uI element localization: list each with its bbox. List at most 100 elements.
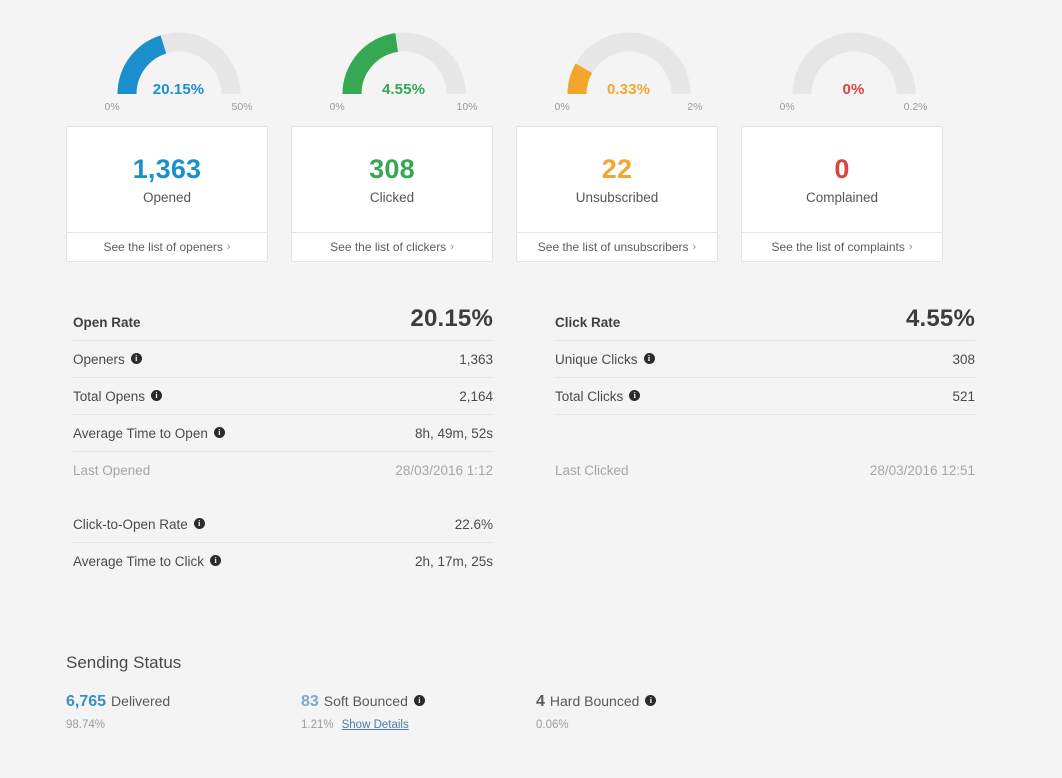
rate-row-label: Openers i [73, 352, 142, 367]
click-rate-rows: Unique Clicks i 308 Total Clicks i 521 [555, 341, 975, 415]
gauges-row: 20.15% 0% 50% 4.55% 0% 10% 0.33% 0% 2% 0… [66, 22, 966, 115]
sending-status-item-hard-bounced: 4 Hard Bounced i 0.06% [536, 693, 771, 731]
unsubscribe-rate-gauge-value: 0.33% [606, 81, 651, 98]
rate-row-value: 308 [952, 351, 975, 367]
sending-status-title: Sending Status [66, 653, 182, 672]
click-rate-gauge-max-label: 10% [456, 101, 478, 113]
metric-card-cell: 22 Unsubscribed See the list of unsubscr… [516, 126, 741, 262]
rate-row-value: 2,164 [459, 388, 493, 404]
open-rate-gauge-dial: 20.15% [107, 22, 251, 100]
info-icon-click-to-open-rate[interactable]: i [193, 517, 205, 529]
open-rate-gauge-max-label: 50% [231, 101, 253, 113]
rate-row-value: 22.6% [454, 516, 493, 532]
sending-status-item-soft-bounced: 83 Soft Bounced i 1.21% Show Details [301, 693, 536, 731]
info-icon-unique-clicks[interactable]: i [643, 352, 655, 364]
click-rate-gauge-value: 4.55% [381, 81, 426, 98]
sending-status-label: Hard Bounced [549, 693, 640, 710]
open-rate-gauge-min-label: 0% [104, 101, 120, 113]
metric-card-link-label: See the list of complaints [771, 240, 905, 254]
complaint-rate-gauge-value: 0% [842, 81, 865, 98]
rate-row-label: Total Opens i [73, 389, 163, 404]
metric-card-link-unsubscribed[interactable]: See the list of unsubscribers › [517, 232, 717, 261]
info-icon-openers[interactable]: i [130, 352, 142, 364]
chevron-right-icon: › [226, 241, 231, 253]
metric-card-cell: 308 Clicked See the list of clickers › [291, 126, 516, 262]
info-icon-total-clicks[interactable]: i [629, 389, 641, 401]
rate-row-label: Click-to-Open Rate i [73, 517, 205, 532]
rate-row-average-time-to-click: Average Time to Click i 2h, 17m, 25s [73, 543, 493, 580]
metric-card-link-complained[interactable]: See the list of complaints › [742, 232, 942, 261]
rate-row-last-opened: Last Opened 28/03/2016 1:12 [73, 452, 493, 489]
complaint-rate-gauge-scale: 0% 0.2% [780, 101, 928, 115]
complaint-rate-gauge-max-label: 0.2% [903, 101, 928, 113]
metric-card-link-label: See the list of clickers [330, 240, 447, 254]
metric-card-body: 0 Complained [742, 127, 942, 232]
metric-cards-row: 1,363 Opened See the list of openers › 3… [66, 126, 966, 262]
complaint-rate-gauge-dial: 0% [782, 22, 926, 100]
metric-card-link-label: See the list of unsubscribers [537, 240, 689, 254]
sending-status-label: Delivered [111, 693, 171, 710]
open-rate-gauge: 20.15% 0% 50% [66, 22, 291, 115]
click-rate-spacer [555, 415, 975, 452]
metric-card-number: 22 [601, 154, 633, 185]
show-details-link-soft-bounced[interactable]: Show Details [342, 719, 409, 731]
rate-row-value: 8h, 49m, 52s [414, 425, 493, 441]
metric-card-link-clicked[interactable]: See the list of clickers › [292, 232, 492, 261]
info-icon-soft-bounced[interactable]: i [413, 695, 425, 707]
info-icon-hard-bounced[interactable]: i [645, 695, 657, 707]
click-rate-value: 4.55% [905, 305, 975, 332]
metric-card-unsubscribed: 22 Unsubscribed See the list of unsubscr… [516, 126, 718, 262]
sending-status-main: 4 Hard Bounced i [536, 693, 771, 711]
rate-row-label: Unique Clicks i [555, 352, 655, 367]
sending-status-items: 6,765 Delivered 98.74% 83 Soft Bounced i … [66, 693, 966, 731]
sending-status-sub: 1.21% Show Details [301, 719, 536, 731]
metric-card-label: Opened [142, 189, 192, 205]
metric-card-label: Complained [805, 189, 879, 205]
rate-tables: Open Rate 20.15% Openers i 1,363 Total Op… [73, 305, 975, 580]
unsubscribe-rate-gauge-min-label: 0% [554, 101, 570, 113]
sending-status-sub: 0.06% [536, 719, 771, 731]
metric-card-label: Unsubscribed [575, 189, 659, 205]
open-rate-header: Open Rate 20.15% [73, 305, 493, 341]
click-rate-table: Click Rate 4.55% Unique Clicks i 308 Tota… [555, 305, 975, 580]
metric-card-link-label: See the list of openers [103, 240, 223, 254]
sending-status-percent: 0.06% [536, 718, 569, 731]
rate-row-average-time-to-open: Average Time to Open i 8h, 49m, 52s [73, 415, 493, 452]
sending-status-sub: 98.74% [66, 719, 301, 731]
info-icon-average-time-to-click[interactable]: i [210, 555, 222, 566]
metric-card-opened: 1,363 Opened See the list of openers › [66, 126, 268, 262]
rate-row-openers: Openers i 1,363 [73, 341, 493, 378]
metric-card-link-opened[interactable]: See the list of openers › [67, 232, 267, 261]
rate-row-value: 28/03/2016 1:12 [395, 463, 493, 478]
click-rate-gauge-min-label: 0% [329, 101, 345, 113]
metric-card-number: 0 [834, 154, 850, 185]
chevron-right-icon: › [450, 241, 454, 253]
sending-status-main: 83 Soft Bounced i [301, 693, 536, 711]
unsubscribe-rate-gauge-max-label: 2% [687, 101, 703, 113]
metric-card-number: 308 [369, 154, 415, 185]
click-rate-last-row: Last Clicked 28/03/2016 12:51 [555, 452, 975, 489]
rate-row-label: Average Time to Click i [73, 554, 222, 569]
rate-row-value: 521 [952, 388, 975, 404]
info-icon-total-opens[interactable]: i [151, 389, 163, 401]
sending-status-percent: 98.74% [66, 718, 106, 731]
open-rate-rows: Openers i 1,363 Total Opens i 2,164 Averag… [73, 341, 493, 489]
rate-row-value: 1,363 [459, 351, 493, 367]
unsubscribe-rate-gauge-dial: 0.33% [557, 22, 701, 100]
open-rate-table: Open Rate 20.15% Openers i 1,363 Total Op… [73, 305, 493, 580]
sending-status-main: 6,765 Delivered [66, 693, 301, 711]
rate-row-total-opens: Total Opens i 2,164 [73, 378, 493, 415]
info-icon-average-time-to-open[interactable]: i [213, 426, 225, 438]
open-rate-gauge-scale: 0% 50% [105, 101, 253, 115]
rate-row-unique-clicks: Unique Clicks i 308 [555, 341, 975, 378]
chevron-right-icon: › [908, 241, 913, 253]
unsubscribe-rate-gauge: 0.33% 0% 2% [516, 22, 741, 115]
rate-row-last-clicked: Last Clicked 28/03/2016 12:51 [555, 452, 975, 489]
metric-card-complained: 0 Complained See the list of complaints … [741, 126, 943, 262]
metric-card-cell: 1,363 Opened See the list of openers › [66, 126, 291, 262]
open-rate-gap [73, 489, 493, 506]
rate-row-value: 2h, 17m, 25s [414, 554, 493, 569]
rate-row-total-clicks: Total Clicks i 521 [555, 378, 975, 415]
rate-row-label: Average Time to Open i [73, 426, 225, 441]
metric-card-cell: 0 Complained See the list of complaints … [741, 126, 966, 262]
